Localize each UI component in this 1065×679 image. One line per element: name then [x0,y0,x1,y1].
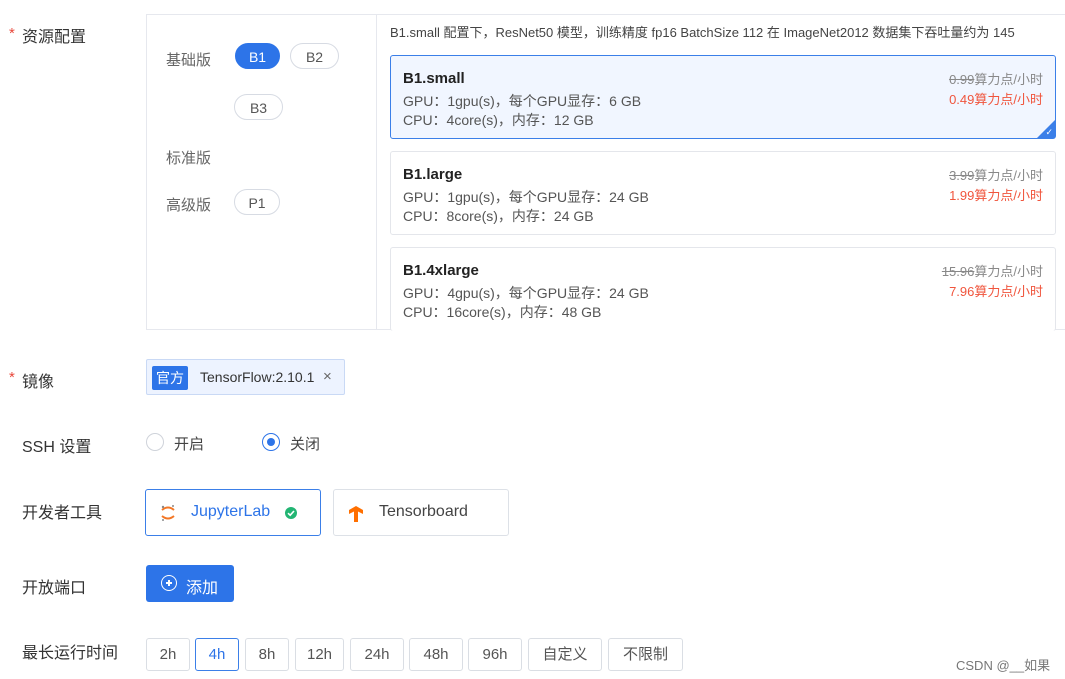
instance-discount-price: 7.96算力点/小时 [949,284,1043,299]
devtools-label: 开发者工具 [22,505,103,522]
instance-cpu-spec: CPU：16core(s)，内存：48 GB [403,304,602,320]
duration-custom[interactable]: 自定义 [528,638,602,671]
duration-96h[interactable]: 96h [468,638,522,671]
ssh-on-label[interactable]: 开启 [174,433,204,454]
instance-name: B1.4xlarge [403,262,479,279]
resource-config-panel: 基础版 B1 B2 B3 标准版 高级版 P1 B1.small 配置下，Res… [146,14,1065,331]
benchmark-description: B1.small 配置下，ResNet50 模型，训练精度 fp16 Batch… [390,25,1015,40]
ssh-label: SSH 设置 [22,439,92,456]
tool-tensorboard[interactable]: Tensorboard [333,489,509,536]
instance-cpu-spec: CPU：8core(s)，内存：24 GB [403,208,594,224]
check-circle-icon [285,507,297,519]
instance-gpu-spec: GPU：4gpu(s)，每个GPU显存：24 GB [403,285,649,301]
ssh-on-radio[interactable] [146,433,164,451]
instance-gpu-spec: GPU：1gpu(s)，每个GPU显存：6 GB [403,93,642,109]
required-mark: * [9,25,15,42]
instance-cpu-spec: CPU：4core(s)，内存：12 GB [403,112,594,128]
runtime-label: 最长运行时间 [22,645,119,662]
instance-name: B1.large [403,166,463,183]
instance-original-price: 0.99算力点/小时 [949,72,1043,87]
instance-name: B1.small [403,70,465,87]
instance-gpu-spec: GPU：1gpu(s)，每个GPU显存：24 GB [403,189,649,205]
tier-option-b3[interactable]: B3 [234,94,283,120]
duration-24h[interactable]: 24h [350,638,404,671]
tier-standard-label: 标准版 [166,150,212,167]
check-icon: ✓ [1045,127,1053,137]
add-port-label: 添加 [186,580,219,597]
ports-label: 开放端口 [22,580,87,597]
plus-circle-icon [161,575,177,591]
image-label: 镜像 [22,374,55,391]
official-badge: 官方 [152,366,188,390]
image-tag: 官方 TensorFlow:2.10.1 × [146,359,345,395]
resource-config-label: 资源配置 [22,29,87,46]
instance-card-b1-small[interactable]: B1.small GPU：1gpu(s)，每个GPU显存：6 GB CPU：4c… [390,55,1056,139]
instance-discount-price: 0.49算力点/小时 [949,92,1043,107]
duration-2h[interactable]: 2h [146,638,190,671]
close-icon[interactable]: × [323,368,332,385]
duration-4h[interactable]: 4h [195,638,239,671]
duration-48h[interactable]: 48h [409,638,463,671]
tier-basic-label: 基础版 [166,52,212,69]
ssh-off-label[interactable]: 关闭 [290,433,320,454]
instance-card-b1-large[interactable]: B1.large GPU：1gpu(s)，每个GPU显存：24 GB CPU：8… [390,151,1056,235]
ssh-off-radio[interactable] [262,433,280,451]
image-name: TensorFlow:2.10.1 [200,369,315,385]
instance-original-price: 3.99算力点/小时 [949,168,1043,183]
duration-unlimited[interactable]: 不限制 [608,638,683,671]
tool-jupyterlab[interactable]: JupyterLab [145,489,321,536]
duration-12h[interactable]: 12h [295,638,344,671]
tier-selector: 基础版 B1 B2 B3 标准版 高级版 P1 [147,15,377,329]
tier-advanced-label: 高级版 [166,197,212,214]
add-port-button[interactable]: 添加 [146,565,234,602]
tensorboard-icon [349,506,363,522]
jupyter-icon [161,505,175,521]
required-mark: * [9,369,15,386]
tool-name: JupyterLab [191,503,271,520]
instance-card-b1-4xlarge[interactable]: B1.4xlarge GPU：4gpu(s)，每个GPU显存：24 GB CPU… [390,247,1056,331]
tier-option-p1[interactable]: P1 [234,189,280,215]
csdn-watermark: CSDN @__如果 [956,658,1051,673]
tier-option-b2[interactable]: B2 [290,43,339,69]
duration-8h[interactable]: 8h [245,638,289,671]
instance-discount-price: 1.99算力点/小时 [949,188,1043,203]
instance-original-price: 15.96算力点/小时 [941,264,1043,279]
tool-name: Tensorboard [379,503,468,520]
tier-option-b1[interactable]: B1 [235,43,280,69]
